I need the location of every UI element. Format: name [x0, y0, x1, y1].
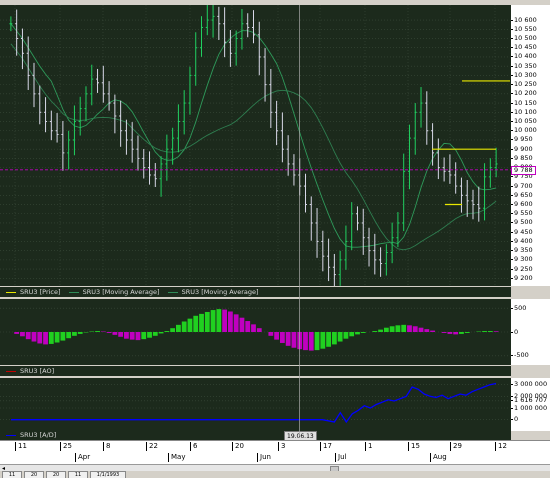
price-tick: 9 900 — [511, 144, 533, 153]
day-label: 20 — [232, 442, 244, 451]
day-label: 6 — [190, 442, 197, 451]
price-tick: 10 350 — [511, 61, 537, 70]
ao-axis: 500 0 -500 — [511, 299, 550, 365]
ad-tick: 1 000 000 — [511, 403, 548, 412]
price-tick: 9 550 — [511, 209, 533, 218]
day-label: 17 — [320, 442, 332, 451]
price-tick: 9 450 — [511, 227, 533, 236]
day-label: 25 — [60, 442, 72, 451]
price-tick: 9 650 — [511, 190, 533, 199]
ad-tick: 0 — [511, 415, 519, 424]
legend-price: SRU3 [Price] — [20, 288, 61, 296]
month-label: Jun — [257, 453, 271, 462]
price-tick: 10 600 — [511, 15, 537, 24]
legend-ma1: SRU3 [Moving Average] — [82, 288, 160, 296]
ao-chart[interactable] — [0, 299, 511, 365]
day-label: 3 — [278, 442, 285, 451]
crosshair-vertical — [299, 5, 300, 436]
month-label: Apr — [75, 453, 90, 462]
month-label: May — [168, 453, 185, 462]
ad-chart[interactable] — [0, 378, 511, 431]
price-tick: 9 350 — [511, 246, 533, 255]
price-tick: 10 100 — [511, 107, 537, 116]
price-axis: 10 600 10 550 10 500 10 450 10 400 10 350 10 3… — [511, 5, 550, 286]
month-label: Aug — [430, 453, 447, 462]
legend-ma2: SRU3 [Moving Average] — [181, 288, 259, 296]
current-price-label: 9 788 — [511, 165, 536, 175]
date-axis: 11 25 8 22 6 20 3 17 1 15 29 12 Apr May Jun Jul Aug — [0, 440, 550, 465]
price-tick: 10 000 — [511, 126, 537, 135]
ad-line — [11, 382, 497, 424]
price-tick: 9 300 — [511, 255, 533, 264]
day-label: 11 — [15, 442, 27, 451]
price-tick: 10 050 — [511, 117, 537, 126]
ao-pane[interactable] — [0, 299, 511, 365]
ao-tick: -500 — [511, 351, 529, 360]
price-chart[interactable] — [0, 5, 511, 286]
day-label: 22 — [146, 442, 158, 451]
ad-axis: 3 000 000 2 000 000 1 616 707 1 000 000 0 — [511, 378, 550, 431]
ad-legend: SRU3 [A/D] — [0, 431, 511, 440]
months-row: Apr May Jun Jul Aug — [0, 453, 550, 463]
price-tick: 10 500 — [511, 34, 537, 42]
ad-tick: 3 000 000 — [511, 380, 548, 389]
legend-ad: SRU3 [A/D] — [20, 431, 57, 439]
price-tick: 10 450 — [511, 43, 537, 52]
price-tick: 9 500 — [511, 218, 533, 227]
days-row: 11 25 8 22 6 20 3 17 1 15 29 12 — [0, 442, 550, 452]
price-tick: 9 850 — [511, 153, 533, 162]
price-tick: 9 700 — [511, 181, 533, 190]
moving-average-line — [10, 43, 497, 251]
ao-tick: 500 — [511, 303, 527, 312]
price-tick: 10 300 — [511, 70, 537, 79]
price-tick: 10 550 — [511, 24, 537, 33]
price-tick: 9 250 — [511, 264, 533, 273]
price-tick: 10 200 — [511, 89, 537, 98]
ao-tick: 0 — [511, 327, 519, 336]
day-label: 29 — [450, 442, 462, 451]
day-label: 8 — [103, 442, 110, 451]
day-label: 12 — [495, 442, 507, 451]
ad-pane[interactable] — [0, 378, 511, 431]
price-tick: 10 250 — [511, 80, 537, 89]
day-label: 1 — [365, 442, 372, 451]
price-tick: 9 600 — [511, 200, 533, 209]
month-label: Jul — [335, 453, 346, 462]
price-legend: SRU3 [Price] SRU3 [Moving Average] SRU3 … — [0, 287, 511, 297]
day-label: 15 — [408, 442, 420, 451]
price-tick: 9 400 — [511, 236, 533, 245]
price-tick: 9 200 — [511, 273, 533, 282]
bottom-tab-row: 11 20 20 11 1/1/1993 — [0, 471, 550, 478]
legend-ao: SRU3 [AO] — [20, 367, 55, 375]
price-tick: 10 150 — [511, 98, 537, 107]
price-tick: 9 950 — [511, 135, 533, 144]
price-tick: 10 400 — [511, 52, 537, 61]
ao-legend: SRU3 [AO] — [0, 366, 511, 376]
price-pane[interactable] — [0, 5, 511, 286]
